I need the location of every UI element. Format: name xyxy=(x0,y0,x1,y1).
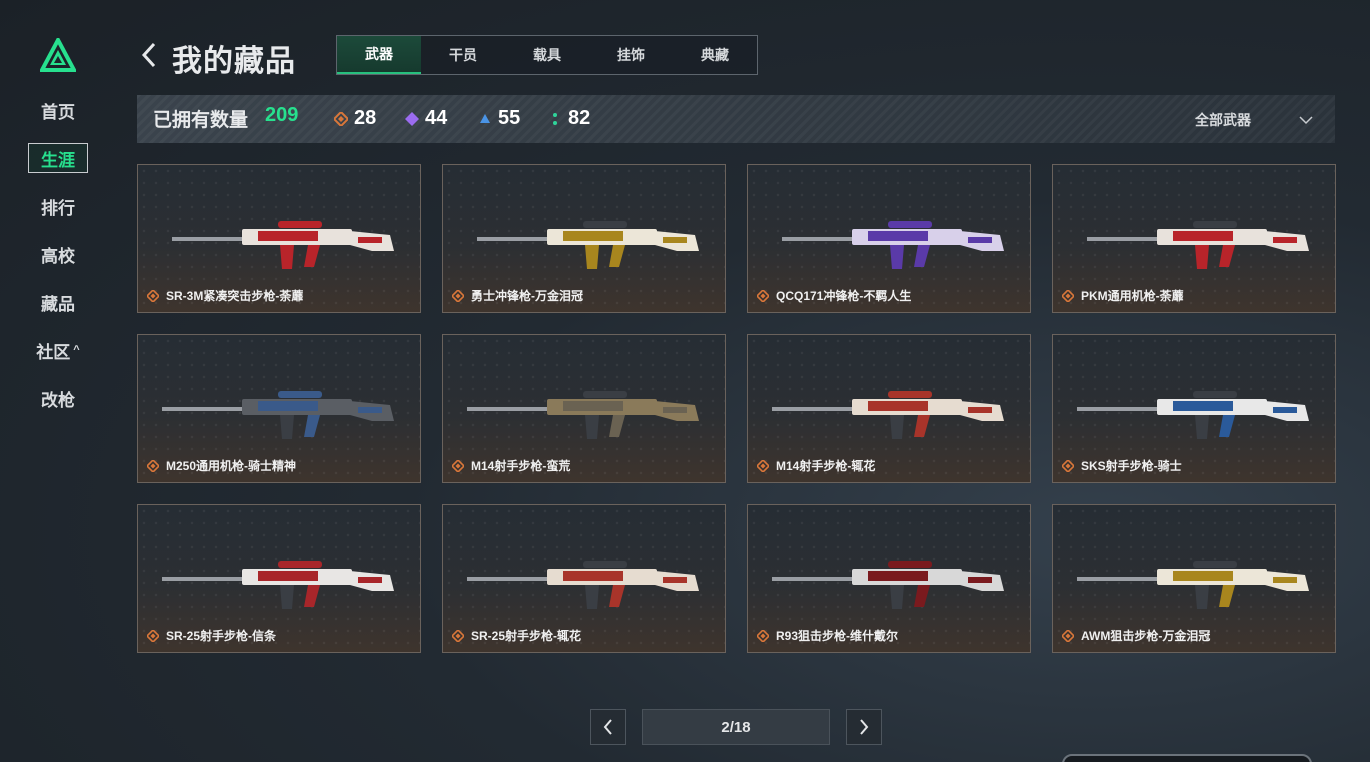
rarity-count-purple: 44 xyxy=(405,107,447,130)
rarity-count-blue: 55 xyxy=(478,107,520,130)
rarity-value: 44 xyxy=(425,107,448,129)
tier-diamond-icon xyxy=(147,289,159,302)
tab-vehicles[interactable]: 载具 xyxy=(505,36,589,74)
weapon-image xyxy=(1077,561,1309,609)
weapon-image xyxy=(782,221,1004,269)
sidebar-item-career[interactable]: 生涯 xyxy=(28,143,88,173)
weapon-filter-dropdown[interactable]: 全部武器 xyxy=(1195,110,1313,130)
item-card[interactable]: M250通用机枪-骑士精神 xyxy=(137,334,421,483)
tier-diamond-icon xyxy=(1062,459,1074,472)
item-card[interactable]: QCQ171冲锋枪-不羁人生 xyxy=(747,164,1031,313)
tier-diamond-icon xyxy=(147,459,159,472)
tab-operators[interactable]: 干员 xyxy=(421,36,505,74)
tab-weapons[interactable]: 武器 xyxy=(337,36,421,74)
item-card[interactable]: SR-25射手步枪-信条 xyxy=(137,504,421,653)
item-name: M14射手步枪-蛮荒 xyxy=(471,459,571,473)
logo-icon[interactable] xyxy=(40,38,76,72)
weapon-image xyxy=(162,561,394,609)
tier-diamond-icon xyxy=(452,289,464,302)
item-name: SR-25射手步枪-信条 xyxy=(166,629,277,643)
item-name: SKS射手步枪-骑士 xyxy=(1081,459,1182,473)
prev-page-button[interactable] xyxy=(590,709,626,745)
page-indicator[interactable]: 2/18 xyxy=(642,709,830,745)
orange-diamond-icon xyxy=(334,111,348,126)
page-title: 我的藏品 xyxy=(172,45,296,78)
item-name: SR-25射手步枪-辄花 xyxy=(471,629,582,643)
rarity-count-green: 82 xyxy=(548,107,590,130)
tier-diamond-icon xyxy=(757,629,769,642)
sidebar-item-label: 排行 xyxy=(41,198,75,218)
owned-count: 209 xyxy=(265,104,299,126)
sidebar-item-gun-mod[interactable]: 改枪 xyxy=(28,383,88,413)
tab-classics[interactable]: 典藏 xyxy=(673,36,757,74)
weapon-image xyxy=(1087,221,1309,269)
tier-diamond-icon xyxy=(452,629,464,642)
chevron-up-icon: ^ xyxy=(73,344,80,356)
weapon-image xyxy=(467,561,699,609)
sidebar-item-label: 社区 xyxy=(36,342,71,362)
blue-triangle-icon xyxy=(480,113,490,123)
weapon-image xyxy=(1077,391,1309,439)
filter-label: 全部武器 xyxy=(1195,112,1251,128)
bottom-toolbar[interactable] xyxy=(1062,754,1312,762)
chevron-right-icon xyxy=(860,719,869,735)
sidebar-item-label: 藏品 xyxy=(41,294,75,314)
item-name: AWM狙击步枪-万金泪冠 xyxy=(1081,629,1211,643)
purple-diamond-icon xyxy=(405,111,419,126)
chevron-left-icon xyxy=(603,719,612,735)
sidebar-item-ranking[interactable]: 排行 xyxy=(28,191,88,221)
tier-diamond-icon xyxy=(1062,289,1074,302)
item-card[interactable]: M14射手步枪-辄花 xyxy=(747,334,1031,483)
item-card[interactable]: R93狙击步枪-维什戴尔 xyxy=(747,504,1031,653)
sidebar-item-community[interactable]: 社区 ^ xyxy=(28,335,88,365)
sidebar-item-collection[interactable]: 藏品 xyxy=(28,287,88,317)
weapon-image xyxy=(172,221,394,269)
weapon-image xyxy=(772,391,1004,439)
item-name: SR-3M紧凑突击步枪-荼蘼 xyxy=(166,289,304,303)
weapon-image xyxy=(477,221,699,269)
next-page-button[interactable] xyxy=(846,709,882,745)
sidebar-item-label: 首页 xyxy=(41,102,75,122)
item-name: R93狙击步枪-维什戴尔 xyxy=(776,629,899,643)
tier-diamond-icon xyxy=(757,459,769,472)
tab-charms[interactable]: 挂饰 xyxy=(589,36,673,74)
sidebar-item-label: 高校 xyxy=(41,246,75,266)
category-tabs: 武器 干员 载具 挂饰 典藏 xyxy=(336,35,758,75)
rarity-count-orange: 28 xyxy=(334,107,376,130)
sidebar-item-label: 改枪 xyxy=(41,390,75,410)
weapon-image xyxy=(162,391,394,439)
rarity-value: 82 xyxy=(568,107,591,129)
item-name: PKM通用机枪-荼蘼 xyxy=(1081,289,1184,303)
sidebar-item-label: 生涯 xyxy=(41,150,75,170)
weapon-image xyxy=(772,561,1004,609)
item-card[interactable]: 勇士冲锋枪-万金泪冠 xyxy=(442,164,726,313)
weapon-image xyxy=(467,391,699,439)
rarity-value: 55 xyxy=(498,107,521,129)
sidebar-item-colleges[interactable]: 高校 xyxy=(28,239,88,269)
item-card[interactable]: SKS射手步枪-骑士 xyxy=(1052,334,1336,483)
tier-diamond-icon xyxy=(147,629,159,642)
item-name: M14射手步枪-辄花 xyxy=(776,459,876,473)
tier-diamond-icon xyxy=(757,289,769,302)
sidebar-item-home[interactable]: 首页 xyxy=(28,95,88,125)
back-chevron-icon[interactable] xyxy=(138,40,160,70)
green-dots-icon xyxy=(553,112,557,125)
chevron-down-icon xyxy=(1299,116,1313,125)
item-name: 勇士冲锋枪-万金泪冠 xyxy=(471,289,583,303)
stats-bar: 已拥有数量 209 28 44 55 82 全部武器 xyxy=(137,95,1335,143)
tier-diamond-icon xyxy=(452,459,464,472)
item-card[interactable]: SR-3M紧凑突击步枪-荼蘼 xyxy=(137,164,421,313)
item-name: M250通用机枪-骑士精神 xyxy=(166,459,297,473)
item-card[interactable]: SR-25射手步枪-辄花 xyxy=(442,504,726,653)
item-name: QCQ171冲锋枪-不羁人生 xyxy=(776,289,912,303)
sidebar: 首页 生涯 排行 高校 藏品 社区 ^ 改枪 xyxy=(0,0,116,762)
item-card[interactable]: PKM通用机枪-荼蘼 xyxy=(1052,164,1336,313)
item-card[interactable]: AWM狙击步枪-万金泪冠 xyxy=(1052,504,1336,653)
rarity-value: 28 xyxy=(354,107,377,129)
tier-diamond-icon xyxy=(1062,629,1074,642)
owned-label: 已拥有数量 xyxy=(153,110,249,131)
item-card[interactable]: M14射手步枪-蛮荒 xyxy=(442,334,726,483)
